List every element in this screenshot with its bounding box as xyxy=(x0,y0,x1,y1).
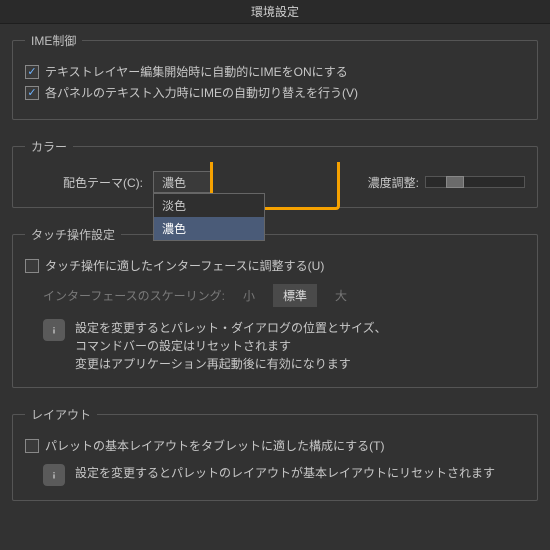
checkbox-touch-ui-label: タッチ操作に適したインターフェースに調整する(U) xyxy=(45,257,324,274)
chevron-down-icon: ▾ xyxy=(250,175,256,189)
checkbox-touch-ui[interactable]: ✓ xyxy=(25,259,39,273)
group-ime: IME制御 ✓ テキストレイヤー編集開始時に自動的にIMEをONにする ✓ 各パ… xyxy=(12,32,538,120)
group-touch: タッチ操作設定 ✓ タッチ操作に適したインターフェースに調整する(U) インター… xyxy=(12,226,538,388)
theme-dropdown-list: 淡色 濃色 xyxy=(153,193,265,241)
density-slider[interactable] xyxy=(425,176,525,188)
theme-dropdown-value: 濃色 xyxy=(162,174,186,191)
scale-small[interactable]: 小 xyxy=(233,284,265,307)
checkbox-ime-autoswitch[interactable]: ✓ xyxy=(25,86,39,100)
scale-label: インターフェースのスケーリング: xyxy=(43,287,225,304)
layout-note: 設定を変更するとパレットのレイアウトが基本レイアウトにリセットされます xyxy=(75,464,495,482)
checkbox-tablet-layout[interactable]: ✓ xyxy=(25,439,39,453)
checkbox-ime-auto-on[interactable]: ✓ xyxy=(25,65,39,79)
theme-option-light[interactable]: 淡色 xyxy=(154,194,264,217)
checkbox-ime-autoswitch-label: 各パネルのテキスト入力時にIMEの自動切り替えを行う(V) xyxy=(45,84,358,101)
touch-note: 設定を変更するとパレット・ダイアログの位置とサイズ、 コマンドバーの設定はリセッ… xyxy=(75,319,387,373)
theme-label: 配色テーマ(C): xyxy=(63,174,143,191)
scale-standard[interactable]: 標準 xyxy=(273,284,317,307)
info-icon xyxy=(43,319,65,341)
group-ime-legend: IME制御 xyxy=(25,32,82,49)
scale-large[interactable]: 大 xyxy=(325,284,357,307)
group-touch-legend: タッチ操作設定 xyxy=(25,226,121,243)
theme-option-dark[interactable]: 濃色 xyxy=(154,217,264,240)
checkbox-tablet-layout-label: パレットの基本レイアウトをタブレットに適した構成にする(T) xyxy=(45,437,384,454)
checkbox-ime-auto-on-label: テキストレイヤー編集開始時に自動的にIMEをONにする xyxy=(45,63,348,80)
density-label: 濃度調整: xyxy=(368,174,419,191)
theme-dropdown[interactable]: 濃色 ▾ 淡色 濃色 xyxy=(153,171,265,193)
group-layout: レイアウト ✓ パレットの基本レイアウトをタブレットに適した構成にする(T) 設… xyxy=(12,406,538,501)
group-layout-legend: レイアウト xyxy=(25,406,97,423)
group-color-legend: カラー xyxy=(25,138,73,155)
density-slider-thumb[interactable] xyxy=(446,176,464,188)
info-icon xyxy=(43,464,65,486)
group-color: カラー 配色テーマ(C): 濃色 ▾ 淡色 濃色 濃度調整: xyxy=(12,138,538,208)
window-title: 環境設定 xyxy=(0,0,550,24)
